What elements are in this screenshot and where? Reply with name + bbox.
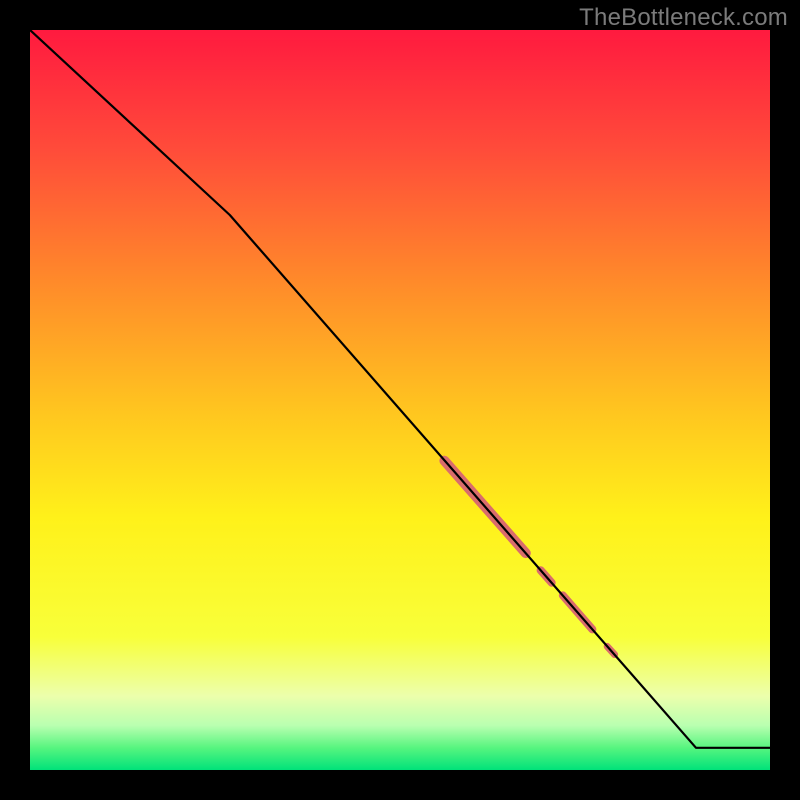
line-layer [30,30,770,770]
main-curve [30,30,770,748]
chart-stage: TheBottleneck.com [0,0,800,800]
watermark-text: TheBottleneck.com [579,4,788,32]
plot-area [30,30,770,770]
